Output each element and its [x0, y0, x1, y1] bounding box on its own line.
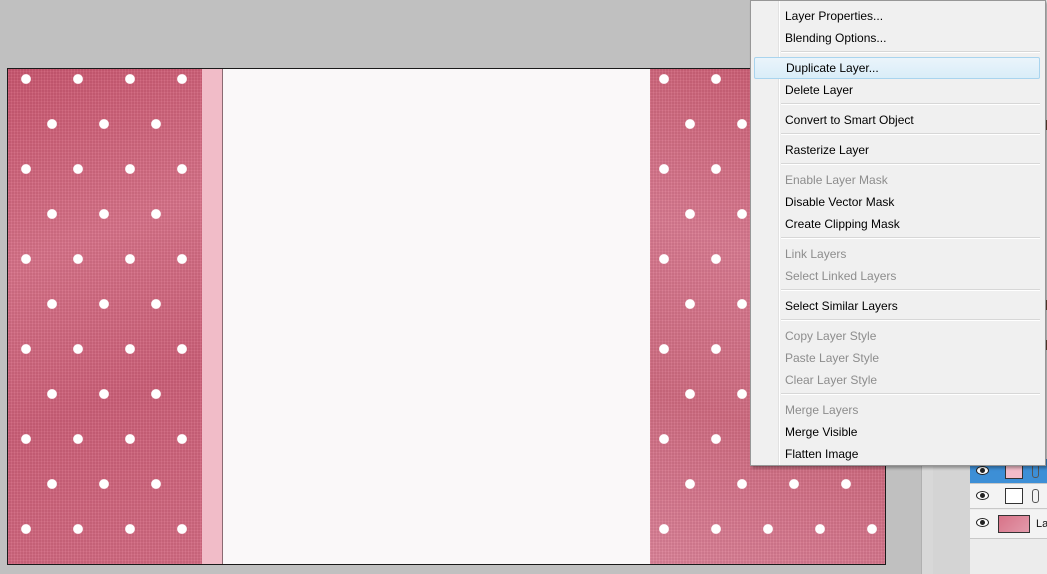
eye-icon[interactable]: [976, 466, 989, 475]
menu-separator: [781, 163, 1040, 165]
menu-item-disable-vector-mask[interactable]: Disable Vector Mask: [754, 191, 1040, 213]
menu-separator: [781, 237, 1040, 239]
menu-item-clear-layer-style: Clear Layer Style: [785, 373, 878, 387]
eye-icon[interactable]: [976, 518, 989, 527]
chain-link-icon[interactable]: [1032, 464, 1039, 478]
layer-thumbnail: [998, 515, 1030, 533]
polka-dot-strip-left: [8, 69, 202, 564]
menu-item-flatten-image[interactable]: Flatten Image: [754, 443, 1040, 465]
layer-context-menu: Layer Properties... Blending Options... …: [750, 0, 1046, 466]
pink-band: [202, 69, 223, 564]
menu-item-layer-properties[interactable]: Layer Properties...: [754, 5, 1040, 27]
menu-item-rasterize-layer[interactable]: Rasterize Layer: [754, 139, 1040, 161]
menu-item-create-clipping-mask[interactable]: Create Clipping Mask: [754, 213, 1040, 235]
menu-separator: [781, 103, 1040, 105]
menu-separator: [781, 393, 1040, 395]
menu-item-paste-layer-style: Paste Layer Style: [785, 351, 880, 365]
menu-item-duplicate-layer[interactable]: Duplicate Layer...: [754, 57, 1040, 79]
menu-item-delete-layer[interactable]: Delete Layer: [754, 79, 1040, 101]
layer-row[interactable]: [970, 484, 1047, 509]
menu-item-merge-visible[interactable]: Merge Visible: [754, 421, 1040, 443]
layer-thumbnail: [1005, 488, 1023, 504]
menu-separator: [781, 319, 1040, 321]
menu-separator: [781, 51, 1040, 53]
menu-item-link-layers: Link Layers: [785, 247, 847, 261]
eye-icon[interactable]: [976, 491, 989, 500]
menu-item-merge-layers: Merge Layers: [785, 403, 859, 417]
chain-link-icon[interactable]: [1032, 489, 1039, 503]
menu-item-select-linked-layers: Select Linked Layers: [785, 269, 897, 283]
menu-item-convert-to-smart-object[interactable]: Convert to Smart Object: [754, 109, 1040, 131]
menu-item-blending-options[interactable]: Blending Options...: [754, 27, 1040, 49]
menu-item-select-similar-layers[interactable]: Select Similar Layers: [754, 295, 1040, 317]
layer-name: La: [1036, 518, 1047, 530]
menu-item-copy-layer-style: Copy Layer Style: [785, 329, 877, 343]
menu-separator: [781, 133, 1040, 135]
menu-separator: [781, 289, 1040, 291]
menu-item-enable-layer-mask: Enable Layer Mask: [785, 173, 888, 187]
layer-row[interactable]: La: [970, 510, 1047, 539]
